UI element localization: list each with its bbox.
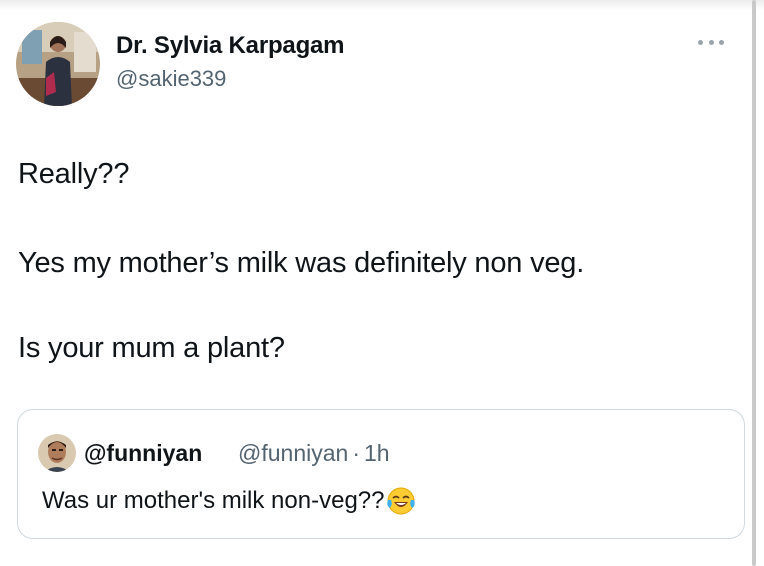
face-with-tears-of-joy-icon bbox=[386, 486, 416, 516]
tweet-text-line: Is your mum a plant? bbox=[18, 332, 285, 364]
tweet-card[interactable]: Dr. Sylvia Karpagam @sakie339 Really?? Y… bbox=[0, 0, 752, 566]
meta-separator: · bbox=[352, 440, 360, 466]
quoted-timestamp[interactable]: 1h bbox=[364, 440, 390, 466]
quoted-tweet[interactable]: @funniyan @funniyan · 1h Was ur mother's m… bbox=[17, 409, 745, 539]
scrollbar[interactable] bbox=[752, 0, 756, 566]
quoted-text: Was ur mother's milk non-veg?? bbox=[42, 487, 385, 514]
quoted-author-name[interactable]: @funniyan bbox=[84, 440, 202, 467]
quoted-author-handle[interactable]: @funniyan bbox=[238, 440, 348, 466]
tweet-text-line: Yes my mother’s milk was definitely non … bbox=[18, 247, 585, 279]
tweet-text-line: Really?? bbox=[18, 158, 130, 190]
tweet-header: Dr. Sylvia Karpagam @sakie339 bbox=[16, 22, 736, 112]
author-handle[interactable]: @sakie339 bbox=[116, 66, 226, 92]
more-options-icon[interactable] bbox=[698, 36, 724, 48]
more-dot bbox=[708, 39, 714, 45]
quoted-meta: @funniyan · 1h bbox=[238, 440, 390, 467]
quoted-avatar[interactable] bbox=[38, 434, 76, 472]
quoted-text-row: Was ur mother's milk non-veg?? bbox=[42, 486, 416, 516]
avatar[interactable] bbox=[16, 22, 100, 106]
author-name[interactable]: Dr. Sylvia Karpagam bbox=[116, 32, 345, 60]
more-dot bbox=[698, 39, 703, 45]
more-dot bbox=[719, 39, 724, 45]
